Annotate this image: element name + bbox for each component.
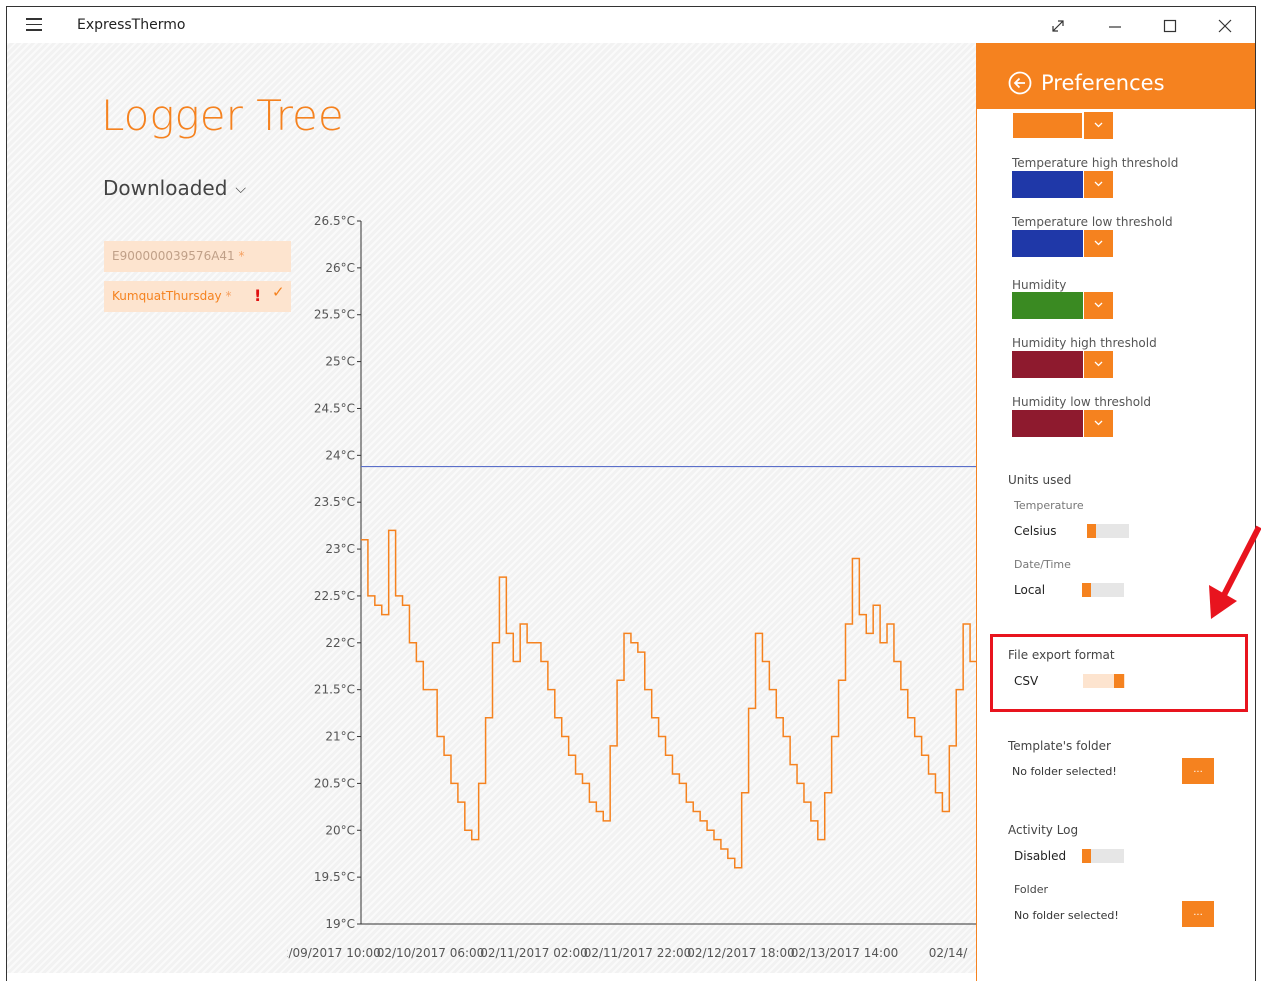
y-tick-label: 22.5°C — [314, 589, 355, 603]
check-icon: ✓ — [272, 283, 285, 301]
y-tick-label: 23.5°C — [314, 495, 355, 509]
alert-icon: ! — [254, 286, 262, 305]
preferences-title: Preferences — [1041, 71, 1165, 95]
title-bar: ExpressThermo — [7, 7, 1255, 43]
color-dropdown-button[interactable] — [1084, 230, 1113, 257]
y-tick-label: 25.5°C — [314, 308, 355, 322]
activity-log-toggle[interactable] — [1082, 849, 1124, 863]
close-icon[interactable] — [1203, 11, 1249, 39]
datetime-unit-value: Local — [1014, 583, 1046, 597]
y-tick-label: 21.5°C — [314, 683, 355, 697]
datetime-unit-label: Date/Time — [1014, 558, 1071, 571]
color-swatch[interactable] — [1012, 351, 1083, 378]
chevron-down-icon: ⌵ — [235, 181, 247, 197]
y-tick-label: 24.5°C — [314, 401, 355, 415]
activity-folder-label: Folder — [1014, 883, 1048, 896]
y-tick-label: 19°C — [325, 917, 355, 931]
y-tick-label: 24°C — [325, 448, 355, 462]
x-tick-label: 02/11/2017 02:00 — [480, 946, 588, 960]
logger-name: KumquatThursday — [112, 289, 222, 303]
color-swatch[interactable] — [1012, 230, 1083, 257]
temperature-unit-label: Temperature — [1014, 499, 1084, 512]
y-tick-label: 26°C — [325, 261, 355, 275]
template-folder-value: No folder selected! — [1012, 765, 1117, 778]
back-arrow-icon[interactable] — [1008, 71, 1032, 95]
datetime-unit-toggle[interactable] — [1082, 583, 1124, 597]
page-title: Logger Tree — [101, 91, 344, 140]
temperature-chart: 26.5°C 26°C 25.5°C 25°C 24.5°C 24°C 23.5°C 23°C… — [287, 214, 977, 960]
annotation-arrow-icon — [1209, 525, 1261, 619]
color-dropdown-button[interactable] — [1084, 292, 1113, 319]
color-label: Humidity — [1012, 278, 1067, 292]
y-tick-label: 21°C — [325, 730, 355, 744]
minimize-icon[interactable] — [1093, 11, 1139, 39]
x-tick-label: 02/10/2017 06:00 — [377, 946, 485, 960]
logger-marker: * — [238, 249, 245, 263]
y-tick-label: 20°C — [325, 823, 355, 837]
y-tick-label: 26.5°C — [314, 214, 355, 228]
x-tick-label: 02/11/2017 22:00 — [584, 946, 692, 960]
filter-label: Downloaded — [103, 176, 228, 200]
activity-section-title: Activity Log — [1008, 823, 1079, 837]
activity-log-value: Disabled — [1014, 849, 1067, 863]
logger-marker: * — [225, 289, 232, 303]
x-tick-label: 02/09/2017 10:00 — [287, 946, 381, 960]
app-title: ExpressThermo — [77, 17, 186, 33]
color-label: Temperature low threshold — [1012, 215, 1173, 229]
y-tick-label: 25°C — [325, 355, 355, 369]
main-area: Logger Tree Downloaded ⌵ E900000039576A41… — [7, 43, 977, 973]
color-swatch[interactable] — [1012, 171, 1083, 198]
logger-name: E900000039576A41 — [112, 249, 235, 263]
temperature-unit-value: Celsius — [1014, 524, 1057, 538]
maximize-icon[interactable] — [1148, 11, 1194, 39]
color-swatch[interactable] — [1012, 112, 1083, 139]
template-section-title: Template's folder — [1008, 739, 1111, 753]
color-label: Temperature high threshold — [1012, 156, 1179, 170]
color-swatch[interactable] — [1012, 292, 1083, 319]
color-swatch[interactable] — [1012, 410, 1083, 437]
y-tick-label: 23°C — [325, 542, 355, 556]
color-label: Humidity low threshold — [1012, 395, 1152, 409]
app-window: ExpressThermo Logger Tree Downloaded ⌵ E9… — [6, 6, 1256, 981]
filter-dropdown[interactable]: Downloaded ⌵ — [103, 176, 246, 200]
preferences-pane: Preferences Temperature high threshold T… — [976, 43, 1255, 981]
color-dropdown-button[interactable] — [1084, 112, 1113, 139]
temperature-unit-toggle[interactable] — [1087, 524, 1129, 538]
color-dropdown-button[interactable] — [1084, 410, 1113, 437]
template-folder-button[interactable]: ... — [1182, 758, 1214, 784]
units-section-title: Units used — [1008, 473, 1072, 487]
y-tick-label: 19.5°C — [314, 870, 355, 884]
logger-item[interactable]: KumquatThursday * ! ✓ — [104, 281, 291, 312]
color-dropdown-button[interactable] — [1084, 351, 1113, 378]
activity-folder-value: No folder selected! — [1014, 909, 1119, 922]
color-dropdown-button[interactable] — [1084, 171, 1113, 198]
expand-arrows-icon[interactable] — [1036, 11, 1082, 39]
x-tick-label: 02/14/ — [929, 946, 969, 960]
logger-item[interactable]: E900000039576A41 * — [104, 241, 291, 272]
x-tick-label: 02/12/2017 18:00 — [687, 946, 795, 960]
annotation-highlight-box — [990, 634, 1248, 712]
preferences-header: Preferences — [977, 43, 1255, 109]
activity-folder-button[interactable]: ... — [1182, 901, 1214, 927]
y-tick-label: 22°C — [325, 636, 355, 650]
x-tick-label: 02/13/2017 14:00 — [791, 946, 899, 960]
color-label: Humidity high threshold — [1012, 336, 1157, 350]
temperature-series-line — [361, 529, 977, 869]
hamburger-icon[interactable] — [26, 18, 42, 31]
y-tick-label: 20.5°C — [314, 776, 355, 790]
